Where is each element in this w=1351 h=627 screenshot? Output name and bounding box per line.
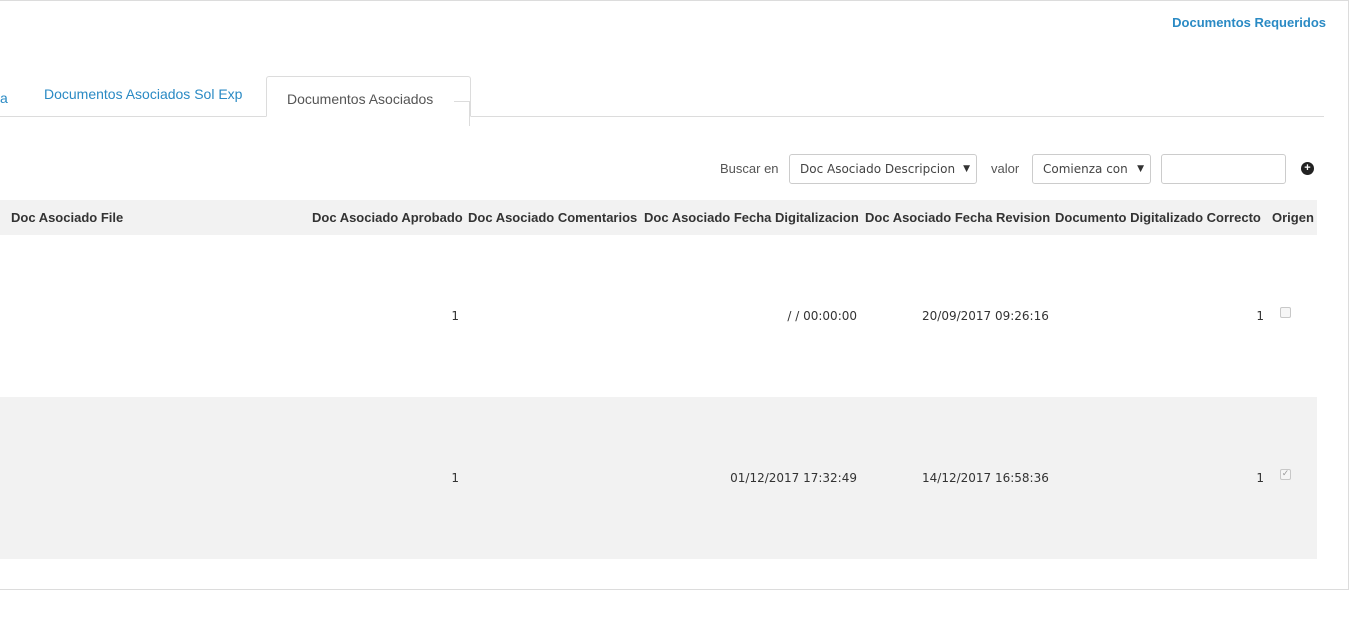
search-operator-value: Comienza con — [1043, 162, 1128, 176]
col-origen[interactable]: Origen — [1272, 200, 1314, 235]
documents-table: Doc Asociado File Doc Asociado Aprobado … — [0, 200, 1317, 559]
chevron-down-icon: ▼ — [1137, 164, 1144, 174]
cell-correcto: 1 — [1256, 309, 1264, 323]
tab-documentos-asociados[interactable]: Documentos Asociados — [266, 76, 471, 117]
tab-notch — [454, 101, 470, 126]
table-header: Doc Asociado File Doc Asociado Aprobado … — [0, 200, 1317, 235]
col-doc-asociado-comentarios[interactable]: Doc Asociado Comentarios — [468, 200, 637, 235]
cell-aprobado: 1 — [451, 471, 459, 485]
col-doc-asociado-file[interactable]: Doc Asociado File — [11, 200, 123, 235]
search-bar: Buscar en Doc Asociado Descripcion ▼ val… — [0, 154, 1351, 184]
cell-correcto: 1 — [1256, 471, 1264, 485]
table-row[interactable]: 1 / / 00:00:00 20/09/2017 09:26:16 1 — [0, 235, 1317, 397]
cell-fecha-digitalizacion: / / 00:00:00 — [787, 309, 857, 323]
table-row[interactable]: 1 01/12/2017 17:32:49 14/12/2017 16:58:3… — [0, 397, 1317, 559]
cell-fecha-revision: 14/12/2017 16:58:36 — [922, 471, 1049, 485]
search-input[interactable] — [1161, 154, 1286, 184]
col-doc-asociado-fecha-revision[interactable]: Doc Asociado Fecha Revision — [865, 200, 1050, 235]
col-documento-digitalizado-correcto[interactable]: Documento Digitalizado Correcto — [1055, 200, 1261, 235]
tab-bar: a Documentos Asociados Sol Exp Documento… — [0, 76, 1324, 126]
search-field-value: Doc Asociado Descripcion — [800, 162, 956, 176]
chevron-down-icon: ▼ — [963, 164, 970, 174]
origen-checkbox[interactable]: ✓ — [1280, 469, 1291, 480]
col-doc-asociado-aprobado[interactable]: Doc Asociado Aprobado — [312, 200, 463, 235]
valor-label: valor — [991, 161, 1020, 176]
documentos-requeridos-link[interactable]: Documentos Requeridos — [1172, 15, 1326, 30]
cell-aprobado: 1 — [451, 309, 459, 323]
search-operator-select[interactable]: Comienza con ▼ — [1032, 154, 1151, 184]
origen-checkbox[interactable] — [1280, 307, 1291, 318]
cell-fecha-revision: 20/09/2017 09:26:16 — [922, 309, 1049, 323]
plus-circle-icon[interactable]: + — [1301, 162, 1314, 175]
tab-partial[interactable]: a — [0, 86, 8, 121]
buscar-en-label: Buscar en — [720, 161, 779, 176]
cell-fecha-digitalizacion: 01/12/2017 17:32:49 — [730, 471, 857, 485]
col-doc-asociado-fecha-digitalizacion[interactable]: Doc Asociado Fecha Digitalizacion — [644, 200, 859, 235]
search-field-select[interactable]: Doc Asociado Descripcion ▼ — [789, 154, 977, 184]
tab-documentos-asociados-sol-exp[interactable]: Documentos Asociados Sol Exp — [28, 82, 258, 117]
